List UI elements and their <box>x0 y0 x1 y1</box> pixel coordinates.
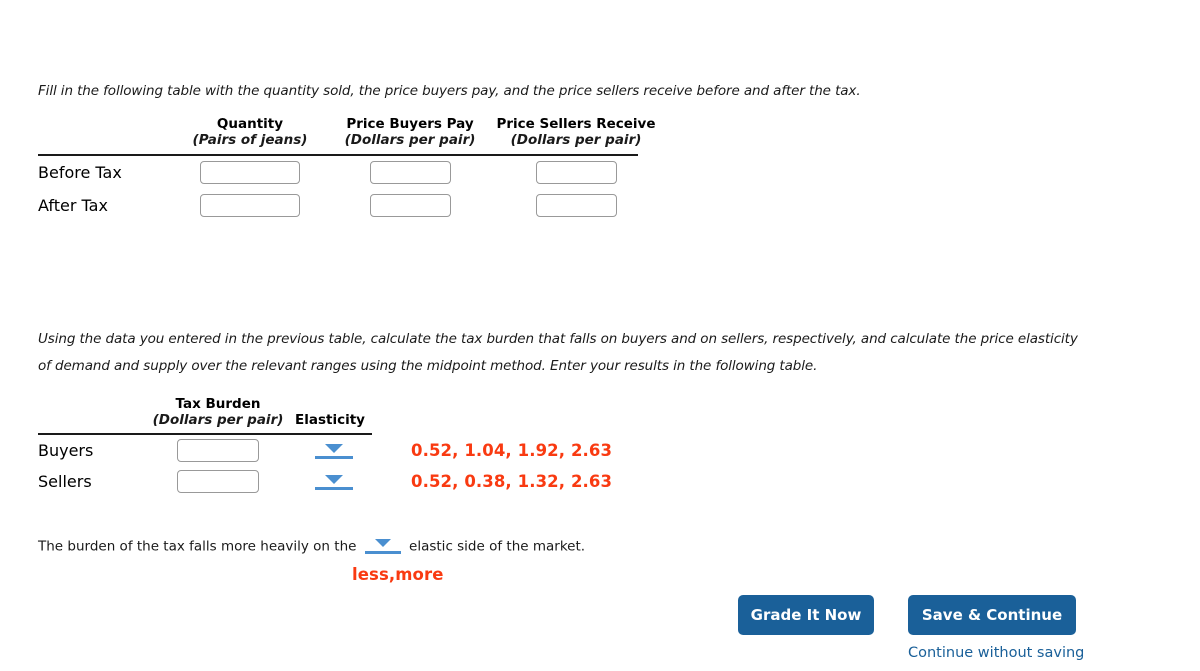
table1-unit-price-sellers-receive: (Dollars per pair) <box>510 132 642 148</box>
table2-divider-cell <box>38 428 375 435</box>
table2-cell-sellers-elasticity <box>293 466 375 497</box>
table2-subheader-row: (Dollars per pair) Elasticity <box>38 412 612 428</box>
input-before-tax-price-sellers-receive[interactable] <box>535 161 617 184</box>
table-row: Sellers 0.52, 0.38, 1.32, 2.63 <box>38 466 612 497</box>
table-row: After Tax <box>38 189 662 222</box>
table2-cell-sellers-burden <box>143 466 293 497</box>
tax-burden-elasticity-table: Tax Burden (Dollars per pair) Elasticity… <box>38 396 612 497</box>
table1-cell-before-buyers-price <box>330 156 490 189</box>
table2-header-options-spacer <box>375 396 612 412</box>
conclusion-options: less,more <box>352 565 444 584</box>
table2-cell-buyers-elasticity <box>293 435 375 466</box>
table1-row-label-after-tax: After Tax <box>38 196 108 215</box>
table2-rule-options-spacer <box>375 428 612 435</box>
table1-subheader-row: (Pairs of jeans) (Dollars per pair) (Dol… <box>38 132 662 148</box>
dropdown-underline <box>315 487 353 491</box>
table2-row-label-sellers: Sellers <box>38 472 92 491</box>
table1-divider-cell <box>38 148 662 156</box>
table2-header-tax-burden: Tax Burden <box>175 396 261 412</box>
instruction-text-first: Fill in the following table with the qua… <box>38 83 861 99</box>
table1-row-label-before-tax: Before Tax <box>38 163 122 182</box>
table1-cell-before-quantity <box>170 156 330 189</box>
input-after-tax-price-sellers-receive[interactable] <box>535 194 617 217</box>
table-row: Buyers 0.52, 1.04, 1.92, 2.63 <box>38 435 612 466</box>
table2-cell-sellers-options: 0.52, 0.38, 1.32, 2.63 <box>375 466 612 497</box>
table2-corner-cell <box>38 396 143 412</box>
table2-row-label-buyers: Buyers <box>38 441 94 460</box>
table2-header-elasticity: Elasticity <box>295 412 365 428</box>
table1-cell-before-sellers-price <box>490 156 662 189</box>
table1-rule-row <box>38 148 662 156</box>
table1-header-row: Quantity Price Buyers Pay Price Sellers … <box>38 116 662 132</box>
table1-unit-price-buyers-pay: (Dollars per pair) <box>344 132 476 148</box>
table2-rule-row <box>38 428 612 435</box>
table1-unit-quantity: (Pairs of jeans) <box>192 132 308 148</box>
elasticity-options-sellers: 0.52, 0.38, 1.32, 2.63 <box>411 472 613 491</box>
conclusion-sentence: The burden of the tax falls more heavily… <box>38 538 585 555</box>
input-before-tax-price-buyers-pay[interactable] <box>369 161 451 184</box>
table1-corner-cell-2 <box>38 132 170 148</box>
chevron-down-icon <box>325 475 343 485</box>
table2-cell-buyers-options: 0.52, 1.04, 1.92, 2.63 <box>375 435 612 466</box>
table1-header-price-buyers-pay: Price Buyers Pay <box>346 116 474 132</box>
table1-header-price-sellers-receive: Price Sellers Receive <box>496 116 656 132</box>
table1-cell-after-quantity <box>170 189 330 222</box>
conclusion-text-before: The burden of the tax falls more heavily… <box>38 538 357 555</box>
dropdown-underline <box>364 551 401 554</box>
dropdown-underline <box>315 456 353 460</box>
chevron-down-icon <box>325 444 343 454</box>
input-after-tax-quantity[interactable] <box>200 194 300 217</box>
table2-unit-tax-burden: (Dollars per pair) <box>152 412 284 428</box>
input-buyers-tax-burden[interactable] <box>177 439 259 462</box>
table2-header-spacer <box>293 396 375 412</box>
table1-header-quantity: Quantity <box>216 116 284 132</box>
table1-cell-after-buyers-price <box>330 189 490 222</box>
before-after-tax-table: Quantity Price Buyers Pay Price Sellers … <box>38 116 662 222</box>
continue-without-saving-link[interactable]: Continue without saving <box>908 645 1084 661</box>
table2-cell-buyers-burden <box>143 435 293 466</box>
input-after-tax-price-buyers-pay[interactable] <box>369 194 451 217</box>
instruction-text-second: Using the data you entered in the previo… <box>38 331 1078 374</box>
table2-header-row: Tax Burden <box>38 396 612 412</box>
table2-corner-cell-2 <box>38 412 143 428</box>
table2-subheader-options-spacer <box>375 412 612 428</box>
grade-it-now-button[interactable]: Grade It Now <box>738 595 874 635</box>
dropdown-buyers-elasticity[interactable] <box>315 442 353 460</box>
dropdown-elastic-side[interactable] <box>364 538 401 555</box>
chevron-down-icon <box>374 539 391 547</box>
input-before-tax-quantity[interactable] <box>200 161 300 184</box>
elasticity-options-buyers: 0.52, 1.04, 1.92, 2.63 <box>411 441 613 460</box>
conclusion-text-after: elastic side of the market. <box>409 538 586 555</box>
dropdown-sellers-elasticity[interactable] <box>315 473 353 491</box>
table-row: Before Tax <box>38 156 662 189</box>
save-and-continue-button[interactable]: Save & Continue <box>908 595 1076 635</box>
table1-cell-after-sellers-price <box>490 189 662 222</box>
table1-corner-cell <box>38 116 170 132</box>
input-sellers-tax-burden[interactable] <box>177 470 259 493</box>
